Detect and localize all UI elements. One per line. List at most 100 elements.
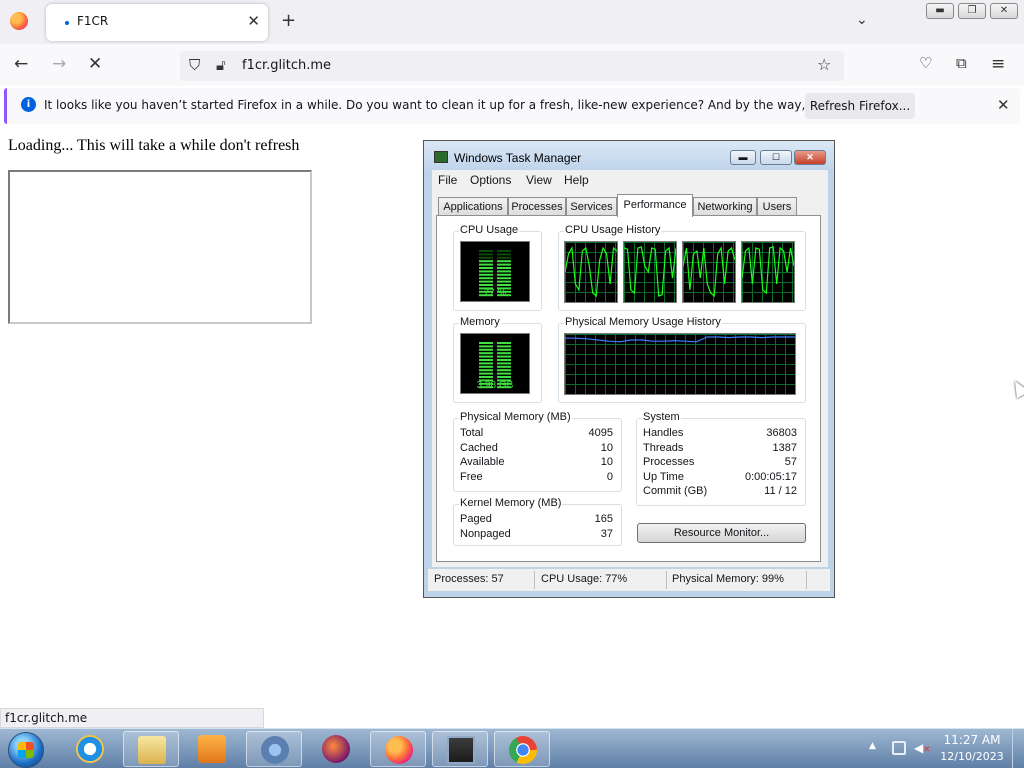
meter-segment [497, 256, 511, 259]
hamburger-menu-icon[interactable]: ≡ [991, 54, 1005, 74]
taskbar-file-explorer[interactable] [123, 731, 179, 767]
pm-free-label: Free [460, 471, 483, 483]
mouse-cursor-icon [1008, 377, 1024, 399]
tab-performance[interactable]: Performance [617, 194, 693, 217]
browser-nav-bar: ← → ✕ ⛉ 🔓︎ f1cr.glitch.me ☆ ♡ ⧉ ≡ [0, 44, 1024, 86]
new-tab-icon[interactable]: + [281, 10, 296, 31]
cpu-history-label: CPU Usage History [564, 224, 662, 236]
forward-arrow-icon[interactable]: → [52, 54, 66, 74]
taskbar-internet-explorer[interactable] [62, 731, 118, 767]
show-desktop-button[interactable] [1012, 729, 1024, 768]
pm-row-total: Total 4095 [460, 427, 613, 441]
close-window-button[interactable]: ✕ [990, 3, 1018, 19]
cpu-core-1-line [565, 246, 617, 298]
tab-users[interactable]: Users [757, 197, 797, 216]
pm-row-cached: Cached 10 [460, 442, 613, 456]
close-tab-icon[interactable]: ✕ [247, 12, 260, 30]
minimize-window-button[interactable]: ▬ [926, 3, 954, 19]
meter-segment [479, 260, 493, 263]
status-bar-url: f1cr.glitch.me [0, 708, 264, 728]
meter-segment [497, 372, 511, 375]
tab-title: F1CR [77, 14, 109, 28]
memory-history-graph [564, 333, 796, 395]
cpu-core-4-line [742, 245, 794, 295]
taskbar-chromium[interactable] [246, 731, 302, 767]
cpu-usage-label: CPU Usage [459, 224, 520, 236]
clock-time[interactable]: 11:27 AM [940, 733, 1004, 747]
stop-loading-icon[interactable]: ✕ [88, 54, 102, 74]
list-all-tabs-icon[interactable]: ⌄ [856, 12, 868, 28]
refresh-firefox-button[interactable]: Refresh Firefox... [805, 93, 915, 119]
taskbar-firefox-nightly[interactable] [308, 731, 364, 767]
tab-f1cr[interactable]: F1CR ✕ [46, 4, 268, 41]
status-processes: Processes: 57 [434, 573, 504, 585]
status-memory: Physical Memory: 99% [672, 573, 784, 585]
taskbar-firefox[interactable] [370, 731, 426, 767]
restore-window-button[interactable]: ❐ [958, 3, 986, 19]
menu-view[interactable]: View [526, 173, 552, 187]
cpu-core-4-graph [741, 241, 795, 303]
url-text[interactable]: f1cr.glitch.me [242, 58, 331, 73]
meter-segment [497, 270, 511, 273]
bookmark-star-icon[interactable]: ☆ [817, 55, 831, 74]
meter-segment [479, 270, 493, 273]
resource-monitor-button[interactable]: Resource Monitor... [637, 523, 806, 543]
tm-minimize-button[interactable]: ▬ [730, 150, 756, 165]
notification-message: It looks like you haven’t started Firefo… [44, 98, 900, 112]
back-arrow-icon[interactable]: ← [14, 54, 28, 74]
close-notification-icon[interactable]: ✕ [997, 96, 1010, 114]
pm-available-label: Available [460, 456, 505, 468]
show-hidden-icons-arrow[interactable]: ▲ [869, 741, 876, 751]
tm-close-button[interactable]: ✕ [794, 150, 826, 165]
km-paged-value: 165 [594, 513, 613, 525]
tracking-shield-icon[interactable]: ⛉ [189, 56, 200, 74]
extensions-puzzle-icon[interactable]: ⧉ [956, 54, 967, 72]
menu-file[interactable]: File [438, 173, 457, 187]
tab-applications[interactable]: Applications [438, 197, 508, 216]
volume-muted-tray-icon[interactable]: ◀ ✕ [914, 741, 931, 755]
menu-help[interactable]: Help [564, 173, 589, 187]
taskbar-task-manager[interactable] [432, 731, 488, 767]
url-bar[interactable]: ⛉ 🔓︎ f1cr.glitch.me ☆ [180, 51, 844, 81]
tm-maximize-button[interactable]: ☐ [760, 150, 792, 165]
cpu-core-3-line [683, 246, 735, 298]
taskbar-media-player[interactable] [184, 731, 240, 767]
sys-uptime-label: Up Time [643, 471, 684, 483]
pocket-icon[interactable]: ♡ [919, 54, 932, 72]
meter-segment [497, 273, 511, 276]
meter-segment [479, 345, 493, 348]
task-manager-app-icon [434, 151, 448, 163]
loading-message: Loading... This will take a while don't … [8, 137, 300, 154]
memory-history-line [565, 336, 795, 343]
tab-processes[interactable]: Processes [508, 197, 566, 216]
taskbar-chrome[interactable] [494, 731, 550, 767]
network-tray-icon[interactable] [892, 741, 906, 755]
cpu-core-1-graph [564, 241, 618, 303]
page-textarea[interactable] [8, 170, 312, 324]
menu-options[interactable]: Options [470, 173, 511, 187]
file-explorer-icon [138, 736, 166, 764]
meter-segment [497, 355, 511, 358]
firefox-logo-icon[interactable] [10, 12, 28, 30]
meter-segment [479, 355, 493, 358]
clock-date[interactable]: 12/10/2023 [940, 750, 1004, 763]
start-button[interactable] [8, 732, 44, 768]
task-manager-titlebar[interactable]: Windows Task Manager ▬ ☐ ✕ [424, 141, 834, 173]
pm-row-free: Free 0 [460, 471, 613, 485]
task-manager-window: Windows Task Manager ▬ ☐ ✕ File Options … [423, 140, 835, 598]
memory-history-label: Physical Memory Usage History [564, 316, 722, 328]
insecure-lock-icon[interactable]: 🔓︎ [216, 56, 226, 74]
km-nonpaged-value: 37 [600, 528, 613, 540]
sys-row-uptime: Up Time 0:00:05:17 [643, 471, 797, 485]
tab-networking[interactable]: Networking [693, 197, 757, 216]
meter-segment [497, 263, 511, 266]
chromium-icon [261, 736, 289, 764]
chrome-icon [509, 736, 537, 764]
meter-segment [479, 348, 493, 351]
tab-loading-dot-icon [65, 21, 69, 25]
sys-processes-value: 57 [784, 456, 797, 468]
tab-services[interactable]: Services [566, 197, 617, 216]
meter-segment [479, 267, 493, 269]
physical-memory-title: Physical Memory (MB) [459, 411, 572, 423]
sys-threads-value: 1387 [772, 442, 797, 454]
